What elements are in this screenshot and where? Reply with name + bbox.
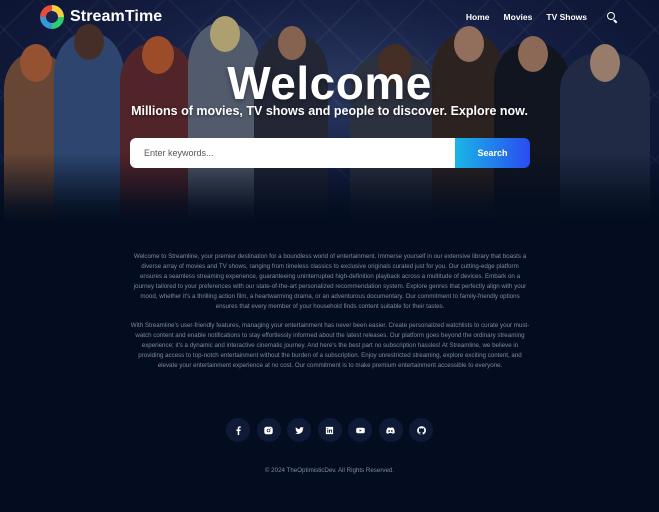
youtube-icon[interactable] — [348, 418, 372, 442]
copyright-text: © 2024 TheOptimisticDev. All Rights Rese… — [264, 467, 395, 474]
top-nav: StreamTime Home Movies TV Shows — [0, 0, 659, 34]
nav-links: Home Movies TV Shows — [466, 12, 619, 22]
search-icon[interactable] — [607, 12, 617, 22]
facebook-icon[interactable] — [226, 418, 250, 442]
hero-search-bar: Search — [130, 138, 530, 168]
linkedin-icon[interactable] — [317, 418, 342, 442]
github-icon[interactable] — [409, 418, 433, 442]
nav-link-movies[interactable]: Movies — [504, 12, 533, 22]
about-section: Welcome to Streamline, your premier dest… — [130, 252, 530, 371]
search-button[interactable]: Search — [455, 138, 530, 168]
twitter-icon[interactable] — [287, 418, 311, 442]
about-paragraph-1: Welcome to Streamline, your premier dest… — [133, 253, 527, 310]
discord-icon[interactable] — [378, 418, 403, 442]
nav-link-tv-shows[interactable]: TV Shows — [546, 12, 587, 22]
search-input[interactable] — [130, 138, 455, 168]
hero-title: Welcome — [227, 57, 432, 109]
social-links — [0, 418, 659, 442]
logo-icon[interactable] — [40, 5, 64, 29]
about-paragraph-2: With Streamline's user-friendly features… — [130, 322, 530, 370]
brand-name[interactable]: StreamTime — [70, 8, 162, 26]
hero-subtitle: Millions of movies, TV shows and people … — [131, 104, 528, 118]
instagram-icon[interactable] — [256, 418, 281, 442]
nav-link-home[interactable]: Home — [466, 12, 490, 22]
